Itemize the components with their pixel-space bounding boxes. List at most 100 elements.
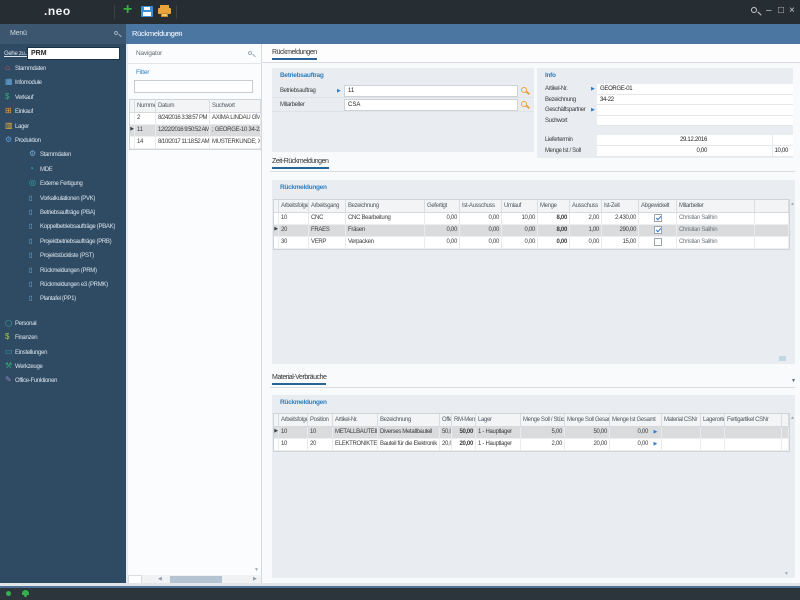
column-header[interactable]: Ist-Ausschuss bbox=[460, 200, 502, 212]
section-zeit-rueckmeldungen[interactable]: Zeit-Rückmeldungen bbox=[272, 158, 329, 169]
column-header[interactable]: Gefertigt bbox=[425, 200, 460, 212]
einkauf-icon: ⊞ bbox=[5, 106, 12, 116]
scroll-up-icon[interactable]: ▲ bbox=[254, 112, 259, 118]
pin-icon[interactable] bbox=[751, 7, 757, 13]
column-header[interactable] bbox=[755, 200, 789, 212]
column-header[interactable]: Bezeichnung bbox=[346, 200, 425, 212]
column-header[interactable]: Menge Soll / Stück bbox=[521, 414, 565, 426]
column-header[interactable]: Position bbox=[308, 414, 333, 426]
scroll-left-icon[interactable]: ◀ bbox=[158, 576, 162, 582]
drilldown-icon[interactable]: ▶ bbox=[653, 430, 657, 435]
collapse-icon[interactable]: ▼ bbox=[791, 378, 796, 384]
column-header[interactable]: Mitarbeiter bbox=[677, 200, 755, 212]
scrollbar-thumb[interactable] bbox=[170, 576, 222, 583]
filter-icon[interactable] bbox=[779, 356, 786, 361]
scroll-up-icon[interactable]: ▲ bbox=[790, 201, 795, 207]
column-header[interactable]: Lagerorte bbox=[701, 414, 725, 426]
column-header[interactable]: Datum bbox=[156, 100, 210, 112]
checkbox[interactable] bbox=[653, 214, 662, 222]
sidebar-item-office-funktionen[interactable]: ✎ Office-Funktionen bbox=[0, 375, 126, 389]
table-row[interactable]: ▶1010METALLBAUTEIL 4711Diverses Metallba… bbox=[274, 427, 789, 439]
column-header[interactable]: Suchwort bbox=[210, 100, 261, 112]
scroll-down-icon[interactable]: ▼ bbox=[784, 571, 789, 577]
pin-icon[interactable] bbox=[114, 31, 118, 35]
sidebar-item-lager[interactable]: ▥ Lager bbox=[0, 121, 126, 135]
sidebar-item-verkauf[interactable]: $ Verkauf bbox=[0, 92, 126, 106]
table-row[interactable]: ▶ 11 12/22/2016 9:50:52 AM; GEORGE-10 34-2… bbox=[130, 125, 261, 137]
print-icon[interactable] bbox=[158, 5, 171, 17]
table-row[interactable]: 28/24/2016 3:38:57 PMAXIMA LINDAU GMBH; bbox=[130, 113, 261, 125]
sidebar-item-mde[interactable]: ◔ MDE bbox=[0, 164, 126, 178]
sidebar-item-einstellungen[interactable]: ▭ Einstellungen bbox=[0, 347, 126, 361]
sidebar-item-externe-fertigung[interactable]: ◎ Externe Fertigung bbox=[0, 178, 126, 192]
column-header[interactable]: Ist-Zeit bbox=[602, 200, 639, 212]
tab-rueckmeldungen[interactable]: Rückmeldungen bbox=[132, 29, 183, 38]
sidebar-item-einkauf[interactable]: ⊞ Einkauf bbox=[0, 106, 126, 120]
column-header[interactable]: Offen bbox=[440, 414, 452, 426]
link-arrow-icon[interactable]: ▶ bbox=[337, 88, 341, 94]
sidebar-item-betriebsauftr-ge-pba-[interactable]: ▯ Betriebsaufträge (PBA) bbox=[0, 208, 126, 221]
goto-input[interactable] bbox=[27, 47, 120, 60]
add-icon[interactable]: + bbox=[123, 1, 132, 19]
column-header[interactable]: Menge Ist Gesamt bbox=[610, 414, 662, 426]
scroll-up-icon[interactable]: ▲ bbox=[790, 415, 795, 421]
sidebar-item-plantafel-pp1-[interactable]: ▯ Plantafel (PP1) bbox=[0, 294, 126, 307]
sidebar-item-werkzeuge[interactable]: ⚒ Werkzeuge bbox=[0, 361, 126, 375]
sidebar-item-vorkalkulationen-pvk-[interactable]: ▯ Vorkalkulationen (PVK) bbox=[0, 194, 126, 207]
field-value[interactable]: 11 bbox=[344, 85, 518, 97]
pin-icon[interactable] bbox=[248, 51, 252, 55]
column-header[interactable]: Artikel-Nr. bbox=[333, 414, 378, 426]
lookup-icon[interactable] bbox=[521, 101, 527, 107]
sidebar-item-finanzen[interactable]: $ Finanzen bbox=[0, 332, 126, 346]
column-header[interactable]: Ausschuss bbox=[570, 200, 602, 212]
column-header[interactable]: Material CSNr bbox=[662, 414, 701, 426]
maximize-icon[interactable]: □ bbox=[778, 4, 784, 18]
cell: Diverses Metallbauteil bbox=[378, 427, 440, 438]
column-header[interactable]: RM-Menge bbox=[452, 414, 476, 426]
drilldown-icon[interactable]: ▶ bbox=[653, 442, 657, 447]
sidebar-item-koppelbetriebsauftr-ge-pbak-[interactable]: ▯ Koppelbetriebsaufträge (PBAK) bbox=[0, 222, 126, 235]
link-arrow-icon[interactable]: ▶ bbox=[591, 86, 595, 92]
sidebar-item-r-ckmeldungen-e3-prmk-[interactable]: ▯ Rückmeldungen e3 (PRMK) bbox=[0, 280, 126, 293]
table-row[interactable]: 10 CNC CNC Bearbeitung 0,00 0,00 10,00 8,00 2,0… bbox=[274, 213, 789, 225]
column-header[interactable]: Abgewickelt bbox=[639, 200, 677, 212]
sidebar-item-personal[interactable]: ◯ Personal bbox=[0, 319, 126, 332]
table-row[interactable]: 30 VERP Verpacken 0,00 0,00 0,00 0,00 0,00 15,00… bbox=[274, 237, 789, 249]
scroll-right-icon[interactable]: ▶ bbox=[253, 576, 257, 582]
sidebar-item-r-ckmeldungen-prm-[interactable]: ▯ Rückmeldungen (PRM) bbox=[0, 266, 126, 279]
column-header[interactable]: Arbeitsfolge bbox=[279, 200, 309, 212]
column-header[interactable]: Umlauf bbox=[502, 200, 538, 212]
sidebar-item-projektst-ckliste-pst-[interactable]: ▯ Projektstückliste (PST) bbox=[0, 251, 126, 264]
scroll-down-icon[interactable]: ▼ bbox=[254, 567, 259, 573]
sidebar-item-projektbetriebsauftr-ge-prb-[interactable]: ▯ Projektbetriebsaufträge (PRB) bbox=[0, 237, 126, 250]
link-arrow-icon[interactable]: ▶ bbox=[591, 107, 595, 113]
table-row[interactable]: ▶ 20 FRAES Fräsen 0,00 0,00 0,00 8,00 1,00 290,00… bbox=[274, 225, 789, 237]
minimize-icon[interactable]: – bbox=[766, 4, 772, 18]
close-icon[interactable]: × bbox=[789, 4, 795, 18]
checkbox[interactable] bbox=[653, 226, 662, 234]
sidebar-item-stammdaten[interactable]: ⚙ Stammdaten bbox=[0, 149, 126, 163]
section-material-verbraeuche[interactable]: Material-Verbräuche bbox=[272, 374, 327, 385]
column-header[interactable]: Fertigartikel CSNr bbox=[725, 414, 782, 426]
checkbox[interactable] bbox=[653, 238, 662, 246]
sidebar-item-stammdaten[interactable]: ⌂ Stammdaten bbox=[0, 63, 126, 77]
column-header[interactable]: Arbeitsgang bbox=[309, 200, 346, 212]
table-row[interactable]: 10 20 ELEKTRONIKTEIL Bauteil für die Elektr… bbox=[274, 439, 789, 451]
column-header[interactable]: Bezeichnung bbox=[378, 414, 440, 426]
filter-input[interactable] bbox=[134, 80, 253, 93]
sidebar-item-label: Stammdaten bbox=[15, 66, 47, 72]
field-value[interactable]: CSA bbox=[344, 99, 518, 111]
sidebar-item-produktion[interactable]: ⚙ Produktion bbox=[0, 135, 126, 149]
column-header[interactable]: Menge bbox=[538, 200, 570, 212]
tab-close-icon[interactable]: × bbox=[177, 29, 182, 38]
tab-rueckmeldungen-inner[interactable]: Rückmeldungen bbox=[272, 49, 317, 60]
sidebar-item-infomodule[interactable]: ▦ Infomodule bbox=[0, 77, 126, 91]
table-row[interactable]: 148/10/2017 11:18:52 AMMUSTERKUNDE; X-BO… bbox=[130, 137, 261, 149]
column-header[interactable]: Arbeitsfolge bbox=[279, 414, 308, 426]
column-header[interactable]: Nummer bbox=[135, 100, 156, 112]
save-icon[interactable] bbox=[141, 6, 153, 17]
column-header[interactable] bbox=[782, 414, 789, 426]
lookup-icon[interactable] bbox=[521, 87, 527, 93]
column-header[interactable]: Menge Soll Gesamt bbox=[565, 414, 610, 426]
column-header[interactable]: Lager bbox=[476, 414, 521, 426]
